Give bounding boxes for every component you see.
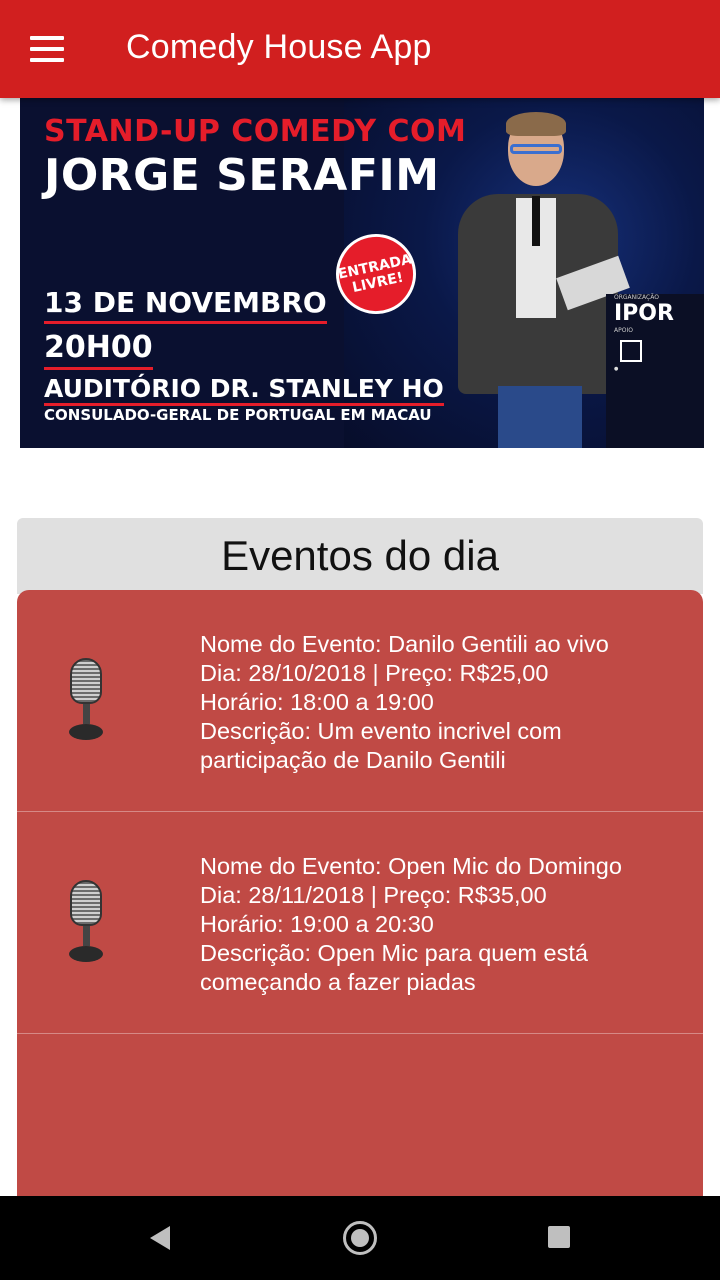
microphone-icon [67,658,107,746]
event-list-item[interactable]: Nome do Evento: Danilo Gentili ao vivo D… [17,590,703,812]
event-name: Nome do Evento: Open Mic do Domingo [200,853,622,879]
banner-consulate: CONSULADO-GERAL DE PORTUGAL EM MACAU [44,406,432,424]
sponsor-logos: ORGANIZAÇÃO IPOR APOIO ● [606,294,704,448]
event-banner-image[interactable]: STAND-UP COMEDY COM JORGE SERAFIM ENTRAD… [20,98,704,448]
cultural-institute-logo-icon [620,340,642,362]
banner-time: 20H00 [44,330,153,370]
comedian-photo [448,112,630,448]
recent-apps-square-icon[interactable] [548,1226,570,1248]
event-description: Descrição: Open Mic para quem está [200,940,588,966]
system-navigation-bar [0,1196,720,1280]
event-list-item[interactable]: Nome do Evento: Open Mic do Domingo Dia:… [17,812,703,1034]
event-description-cont: participação de Danilo Gentili [200,747,506,773]
event-date-price: Dia: 28/10/2018 | Preço: R$25,00 [200,660,549,686]
back-triangle-icon[interactable] [150,1226,170,1250]
sponsor-support-label: APOIO [614,327,633,334]
microphone-icon [67,880,107,968]
sponsor-org-label: ORGANIZAÇÃO [614,294,659,301]
ipor-logo: IPOR [614,301,674,326]
events-list[interactable]: Nome do Evento: Danilo Gentili ao vivo D… [17,590,703,1196]
hamburger-menu-icon[interactable] [30,36,66,62]
banner-free-entry-badge: ENTRADA LIVRE! [328,226,424,322]
banner-venue: AUDITÓRIO DR. STANLEY HO [44,374,444,406]
home-circle-icon[interactable] [343,1221,377,1255]
event-details: Nome do Evento: Open Mic do Domingo Dia:… [200,852,622,997]
banner-date: 13 DE NOVEMBRO [44,286,327,324]
banner-headline: STAND-UP COMEDY COM [44,114,467,149]
event-description-cont: começando a fazer piadas [200,969,476,995]
consulate-logo-icon: ● [614,366,619,372]
event-name: Nome do Evento: Danilo Gentili ao vivo [200,631,609,657]
events-panel-header: Eventos do dia [17,518,703,594]
event-time: Horário: 18:00 a 19:00 [200,689,434,715]
events-panel-title: Eventos do dia [221,532,499,579]
event-description: Descrição: Um evento incrivel com [200,718,562,744]
app-bar: Comedy House App [0,0,720,98]
event-details: Nome do Evento: Danilo Gentili ao vivo D… [200,630,609,775]
app-title: Comedy House App [126,28,432,66]
event-date-price: Dia: 28/11/2018 | Preço: R$35,00 [200,882,547,908]
banner-performer: JORGE SERAFIM [44,150,440,201]
event-time: Horário: 19:00 a 20:30 [200,911,434,937]
